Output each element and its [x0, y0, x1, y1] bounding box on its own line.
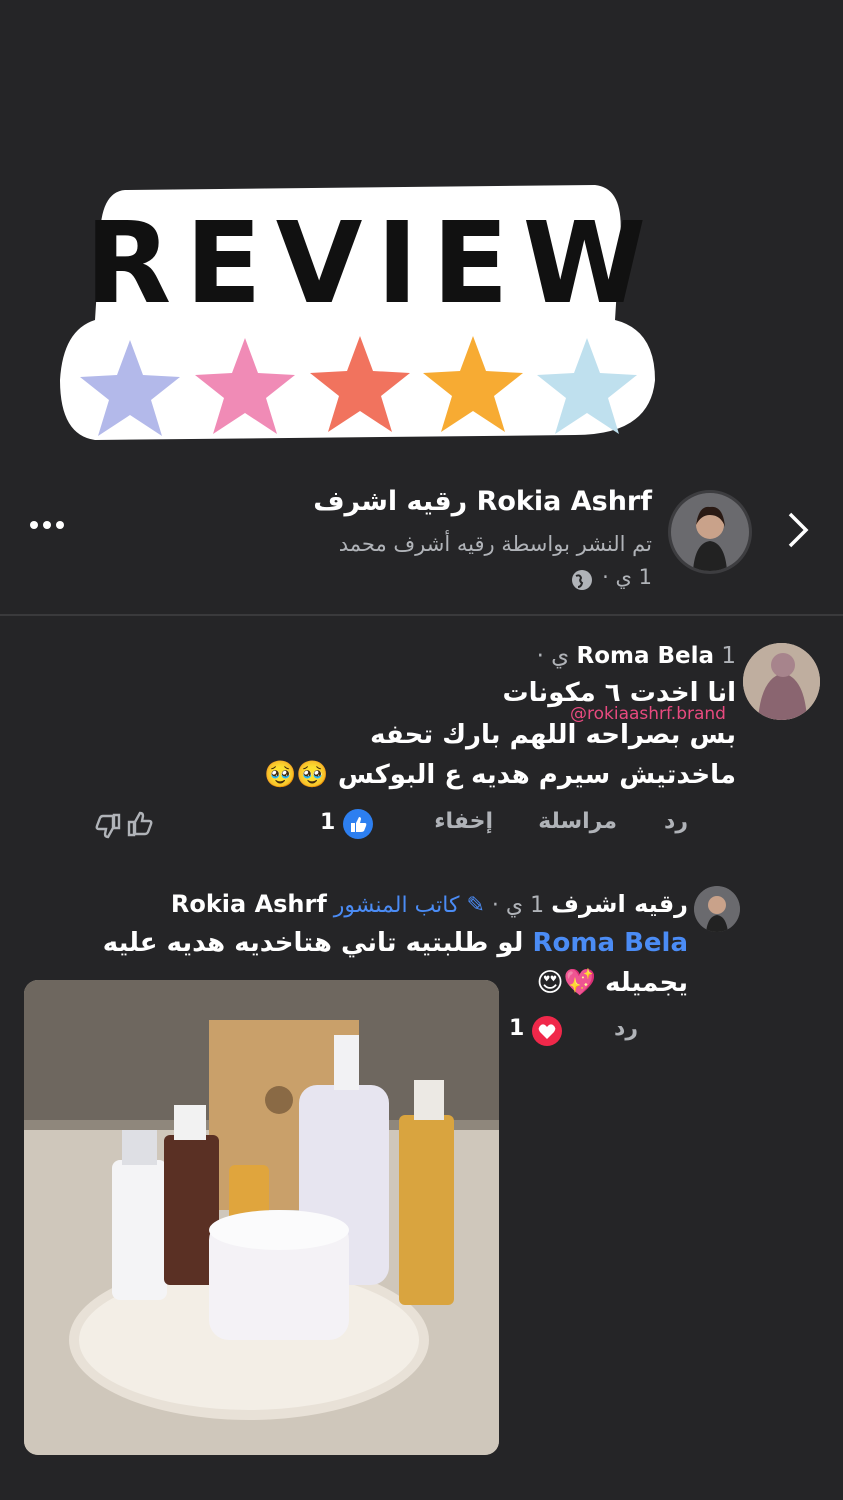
reply-text-2: يجميله 💖😍: [536, 968, 688, 998]
like-count: 1: [320, 810, 336, 835]
reply-reply-button[interactable]: رد: [614, 1016, 638, 1041]
more-options-icon[interactable]: [28, 515, 68, 535]
reply-author-ar[interactable]: رقيه اشرف: [551, 890, 688, 918]
reply-time: 1 ي ·: [491, 893, 545, 918]
divider: [0, 614, 843, 616]
love-count: 1: [509, 1016, 525, 1041]
message-button[interactable]: مراسلة: [538, 809, 617, 834]
globe-icon: [570, 568, 594, 592]
reply-text-1: Roma Bela لو طلبتيه تاني هتاخديه هديه عل…: [103, 928, 688, 958]
comment-header: Roma Bela 1 ي ·: [537, 643, 736, 669]
love-reaction-icon: [531, 1015, 563, 1047]
reply-author-avatar[interactable]: [694, 886, 740, 932]
mention-link[interactable]: Roma Bela: [533, 928, 688, 958]
comment-author[interactable]: Roma Bela: [577, 643, 715, 669]
review-sticker: REVIEW: [55, 180, 665, 445]
post-author-name[interactable]: Rokia Ashrf رقيه اشرف: [313, 486, 652, 517]
post-posted-by: تم النشر بواسطة رقيه أشرف محمد: [338, 532, 652, 556]
comment-avatar[interactable]: [743, 643, 820, 720]
review-title: REVIEW: [85, 199, 661, 329]
reply-button[interactable]: رد: [664, 809, 688, 834]
reply-author-en[interactable]: Rokia Ashrf: [171, 890, 327, 918]
thumbs-up-icon[interactable]: [124, 808, 156, 840]
product-photo-graphic: [24, 980, 499, 1455]
post-time: 1 ي ·: [602, 565, 652, 589]
post-author-avatar[interactable]: [668, 490, 752, 574]
comment-line-3: ماخدتيش سيرم هديه ع البوكس 🥹🥹: [264, 760, 736, 790]
comment-line-2: بس بصراحه اللهم بارك تحفه: [370, 720, 736, 750]
hide-button[interactable]: إخفاء: [434, 809, 493, 834]
thumbs-down-icon[interactable]: [92, 810, 124, 842]
pencil-icon: ✎: [466, 893, 485, 918]
reply-header: رقيه اشرف 1 ي · ✎ كاتب المنشور Rokia Ash…: [171, 890, 688, 918]
product-photo[interactable]: [24, 980, 499, 1455]
author-badge: كاتب المنشور: [333, 893, 460, 918]
chevron-right-icon[interactable]: [780, 510, 816, 550]
like-reaction-icon: [342, 808, 374, 840]
reply-text-body: لو طلبتيه تاني هتاخديه هديه عليه: [102, 928, 524, 958]
